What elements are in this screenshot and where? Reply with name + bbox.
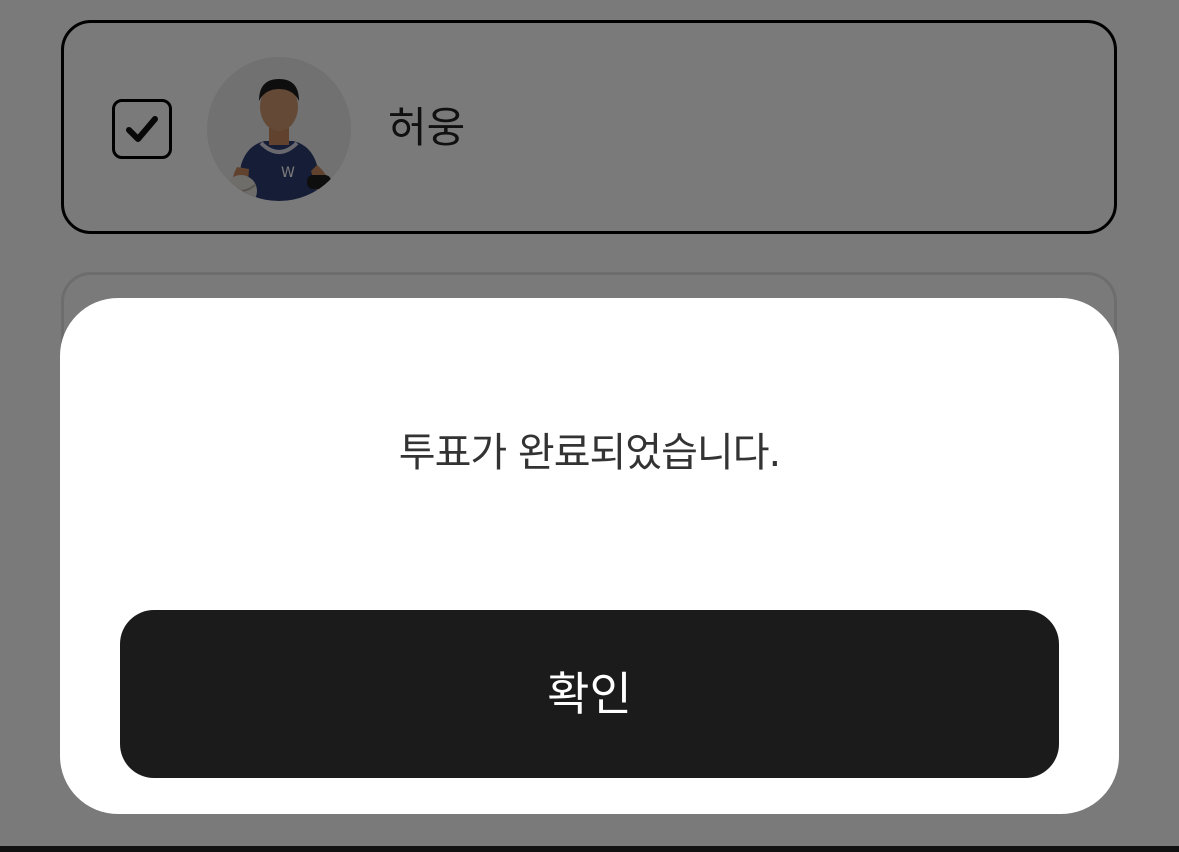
vote-complete-dialog: 투표가 완료되었습니다. 확인 bbox=[60, 298, 1119, 814]
confirm-button[interactable]: 확인 bbox=[120, 610, 1059, 778]
bottom-edge-bar bbox=[0, 846, 1179, 852]
dialog-message: 투표가 완료되었습니다. bbox=[398, 430, 781, 476]
confirm-button-label: 확인 bbox=[547, 667, 632, 721]
